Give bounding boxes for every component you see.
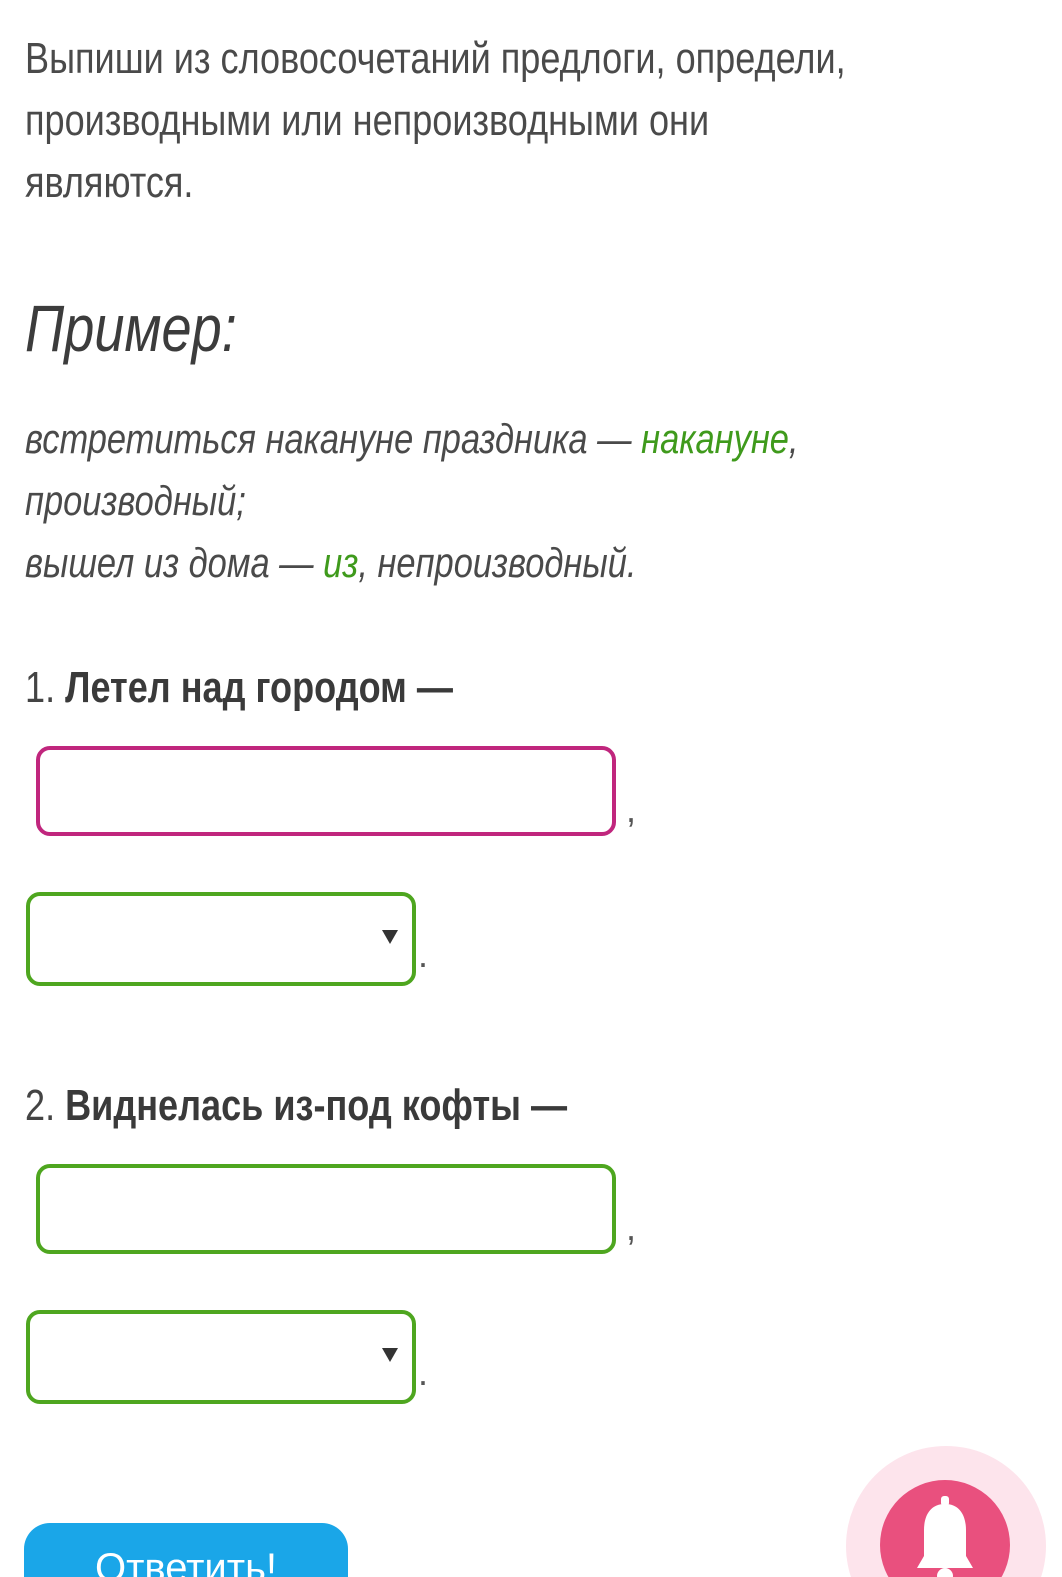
instruction-line-2: производными или непроизводными они <box>25 96 710 145</box>
bell-icon <box>917 1496 973 1577</box>
question-1-text: Летел над городом — <box>65 663 453 712</box>
question-1-preposition-input[interactable] <box>36 746 616 836</box>
question-1-number: 1. <box>25 663 56 712</box>
question-2: 2. Виднелась из-под кофты — <box>25 1078 686 1134</box>
example-heading: Пример: <box>25 290 283 366</box>
question-2-number: 2. <box>25 1081 56 1130</box>
question-2-type-select[interactable] <box>26 1310 416 1404</box>
example-line-1: встретиться накануне праздника — наканун… <box>25 408 799 470</box>
example-heading-text: Пример: <box>25 291 237 365</box>
instruction-line-3: являются. <box>25 158 194 207</box>
example-line-3-phrase: вышел из дома — <box>25 539 324 586</box>
question-2-text: Виднелась из-под кофты — <box>65 1081 568 1130</box>
example-body: встретиться накануне праздника — наканун… <box>25 408 968 594</box>
submit-button-label: Ответить! <box>94 1546 278 1577</box>
question-1: 1. Летел над городом — <box>25 660 547 716</box>
example-line-1-phrase: встретиться накануне праздника — <box>25 415 642 462</box>
instruction-line-1: Выпиши из словосочетаний предлоги, опред… <box>25 34 846 83</box>
question-1-period: . <box>418 934 429 975</box>
example-line-1-answer: накануне <box>641 415 789 462</box>
chevron-down-icon <box>382 930 398 944</box>
example-line-2: производный; <box>25 477 246 524</box>
example-line-3-suffix: , непроизводный. <box>358 539 637 586</box>
example-line-3: вышел из дома — из, непроизводный. <box>25 532 636 594</box>
question-1-label: 1. Летел над городом — <box>25 660 453 716</box>
question-2-label: 2. Виднелась из-под кофты — <box>25 1078 567 1134</box>
question-2-comma: , <box>626 1207 637 1248</box>
task-instruction: Выпиши из словосочетаний предлоги, опред… <box>25 28 1025 214</box>
question-1-type-select[interactable] <box>26 892 416 986</box>
chevron-down-icon <box>382 1348 398 1362</box>
submit-button[interactable]: Ответить! <box>24 1523 348 1577</box>
example-line-3-answer: из <box>323 539 359 586</box>
question-2-period: . <box>418 1352 429 1393</box>
question-2-preposition-input[interactable] <box>36 1164 616 1254</box>
question-1-comma: , <box>626 789 637 830</box>
example-line-1-suffix: , <box>788 415 799 462</box>
